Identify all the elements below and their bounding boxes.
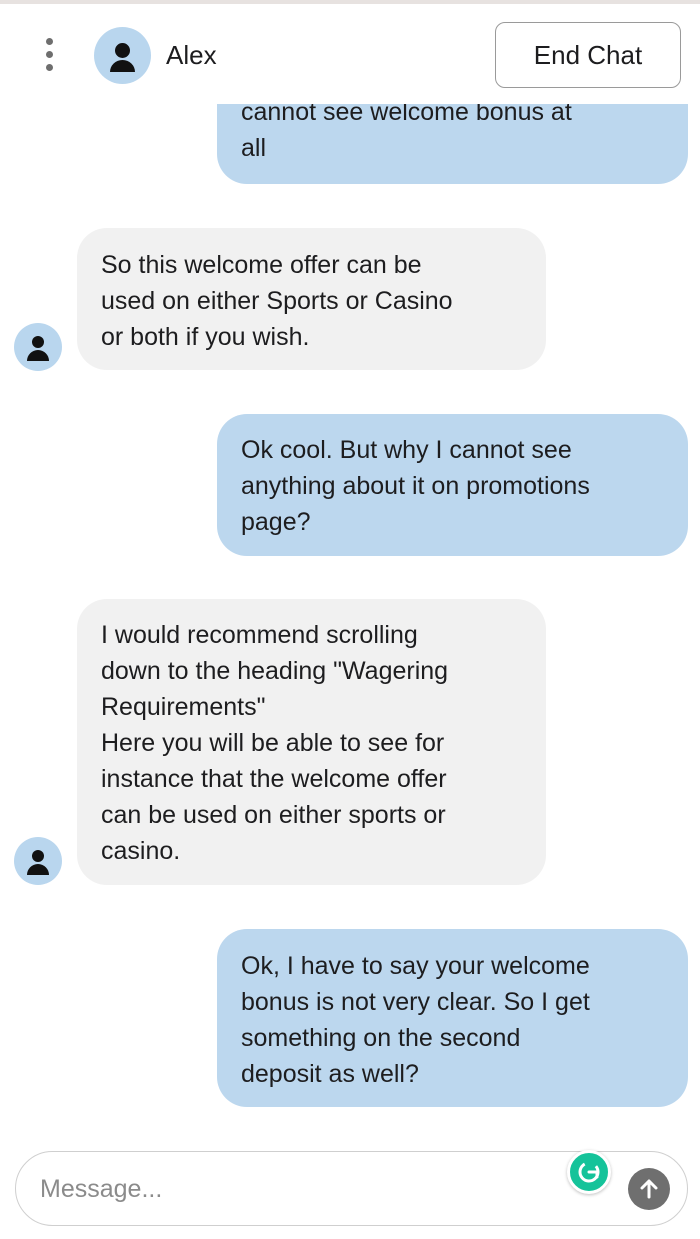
chat-header: Alex End Chat xyxy=(0,4,700,104)
kebab-menu-icon[interactable] xyxy=(38,36,62,74)
user-message: Ok, I have to say your welcome bonus is … xyxy=(217,929,688,1107)
person-head xyxy=(115,43,130,58)
person-body xyxy=(110,60,135,72)
arrow-up-send-icon xyxy=(640,1179,658,1199)
agent-message: I would recommend scrolling down to the … xyxy=(77,599,546,885)
agent-message-avatar xyxy=(14,323,62,371)
grammarly-icon[interactable] xyxy=(567,1150,611,1194)
message-input[interactable] xyxy=(40,1170,560,1208)
agent-message: So this welcome offer can be used on eit… xyxy=(77,228,546,370)
agent-avatar xyxy=(94,27,151,84)
grammarly-g-glyph xyxy=(578,1161,600,1183)
agent-name: Alex xyxy=(166,40,217,70)
agent-message-avatar xyxy=(14,837,62,885)
end-chat-button[interactable]: End Chat xyxy=(495,22,681,88)
send-button[interactable] xyxy=(628,1168,670,1210)
user-message: Ok cool. But why I cannot see anything a… xyxy=(217,414,688,556)
